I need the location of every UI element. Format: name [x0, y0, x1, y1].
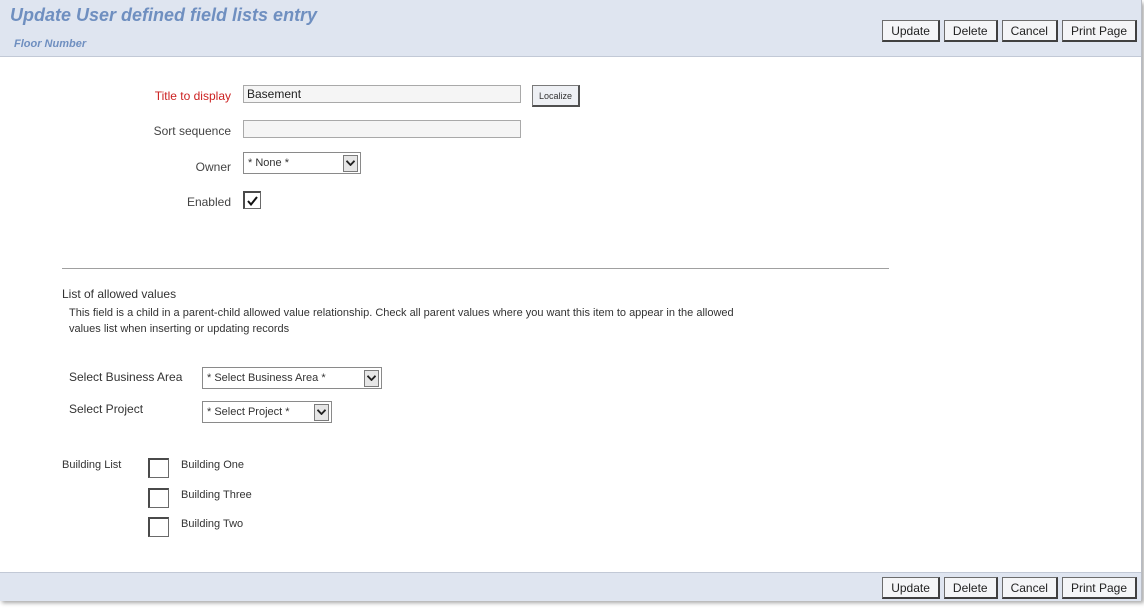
checkmark-icon — [247, 195, 258, 206]
page-subtitle: Floor Number — [14, 38, 87, 50]
header-toolbar: Update Delete Cancel Print Page — [882, 20, 1137, 42]
page-header: Update User defined field lists entry Fl… — [0, 0, 1141, 57]
building-two-checkbox[interactable] — [148, 517, 169, 537]
allowed-values-description-line1: This field is a child in a parent-child … — [69, 307, 734, 319]
business-area-label: Select Business Area — [69, 370, 183, 384]
building-three-label: Building Three — [181, 489, 252, 501]
print-page-button[interactable]: Print Page — [1061, 577, 1137, 599]
building-three-checkbox[interactable] — [148, 488, 169, 508]
page-title: Update User defined field lists entry — [10, 5, 318, 25]
chevron-down-icon[interactable] — [314, 403, 329, 421]
building-one-label: Building One — [181, 459, 244, 471]
page-footer: Update Delete Cancel Print Page — [0, 572, 1141, 601]
business-area-select[interactable]: * Select Business Area * — [202, 367, 382, 389]
chevron-down-icon[interactable] — [343, 154, 358, 172]
footer-toolbar: Update Delete Cancel Print Page — [882, 577, 1137, 599]
owner-label: Owner — [195, 160, 231, 174]
chevron-down-icon[interactable] — [364, 369, 379, 387]
update-button[interactable]: Update — [882, 577, 940, 599]
title-label: Title to display — [154, 89, 231, 103]
allowed-values-heading: List of allowed values — [62, 287, 177, 301]
print-page-button[interactable]: Print Page — [1061, 20, 1137, 42]
sort-sequence-label: Sort sequence — [153, 124, 231, 138]
owner-select[interactable]: * None * — [243, 152, 361, 174]
delete-button[interactable]: Delete — [943, 577, 998, 599]
dialog-frame: Update User defined field lists entry Fl… — [0, 0, 1142, 601]
building-one-checkbox[interactable] — [148, 458, 169, 478]
business-area-select-value: * Select Business Area * — [207, 372, 326, 384]
title-input[interactable]: Basement — [243, 85, 521, 103]
sort-sequence-input[interactable] — [243, 120, 521, 138]
building-list-label: Building List — [62, 459, 122, 471]
project-select-value: * Select Project * — [207, 406, 290, 418]
localize-button[interactable]: Localize — [532, 85, 581, 107]
building-two-label: Building Two — [181, 518, 244, 530]
owner-select-value: * None * — [248, 157, 289, 169]
cancel-button[interactable]: Cancel — [1001, 577, 1058, 599]
project-select[interactable]: * Select Project * — [202, 401, 332, 423]
enabled-label: Enabled — [186, 195, 231, 209]
delete-button[interactable]: Delete — [943, 20, 998, 42]
cancel-button[interactable]: Cancel — [1001, 20, 1058, 42]
update-button[interactable]: Update — [882, 20, 940, 42]
allowed-values-description-line2: values list when inserting or updating r… — [69, 323, 290, 335]
project-label: Select Project — [69, 402, 144, 416]
section-divider — [62, 268, 889, 269]
enabled-checkbox[interactable] — [243, 191, 261, 209]
